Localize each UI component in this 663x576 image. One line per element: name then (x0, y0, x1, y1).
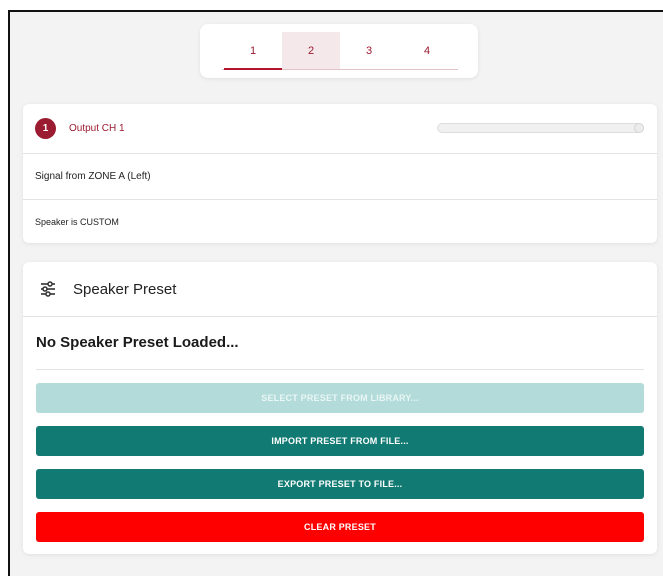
active-tab-indicator (224, 68, 282, 70)
signal-source-text: Signal from ZONE A (Left) (35, 171, 151, 182)
signal-source-row: Signal from ZONE A (Left) (23, 154, 657, 200)
output-channel-card: 1 Output CH 1 Signal from ZONE A (Left) … (23, 104, 657, 243)
export-preset-button[interactable]: EXPORT PRESET TO FILE... (36, 469, 644, 499)
tab-4[interactable]: 4 (398, 32, 456, 70)
preset-status: No Speaker Preset Loaded... (36, 334, 239, 351)
status-divider (36, 369, 644, 370)
tab-3[interactable]: 3 (340, 32, 398, 70)
channel-tabs: 1 2 3 4 (200, 24, 478, 78)
slider-thumb[interactable] (634, 123, 644, 133)
output-channel-title: Output CH 1 (69, 123, 125, 134)
channel-number-badge: 1 (35, 118, 56, 139)
speaker-preset-card: Speaker Preset No Speaker Preset Loaded.… (23, 262, 657, 554)
select-preset-button[interactable]: SELECT PRESET FROM LIBRARY... (36, 383, 644, 413)
output-level-slider[interactable] (437, 123, 644, 133)
import-preset-button[interactable]: IMPORT PRESET FROM FILE... (36, 426, 644, 456)
speaker-type-text: Speaker is CUSTOM (35, 216, 119, 227)
preset-header: Speaker Preset (23, 262, 657, 317)
tab-1[interactable]: 1 (224, 32, 282, 70)
clear-preset-button[interactable]: CLEAR PRESET (36, 512, 644, 542)
output-header-row: 1 Output CH 1 (23, 104, 657, 154)
tab-2[interactable]: 2 (282, 32, 340, 70)
preset-title: Speaker Preset (73, 280, 177, 298)
speaker-type-row: Speaker is CUSTOM (23, 200, 657, 243)
tune-icon (41, 281, 55, 297)
